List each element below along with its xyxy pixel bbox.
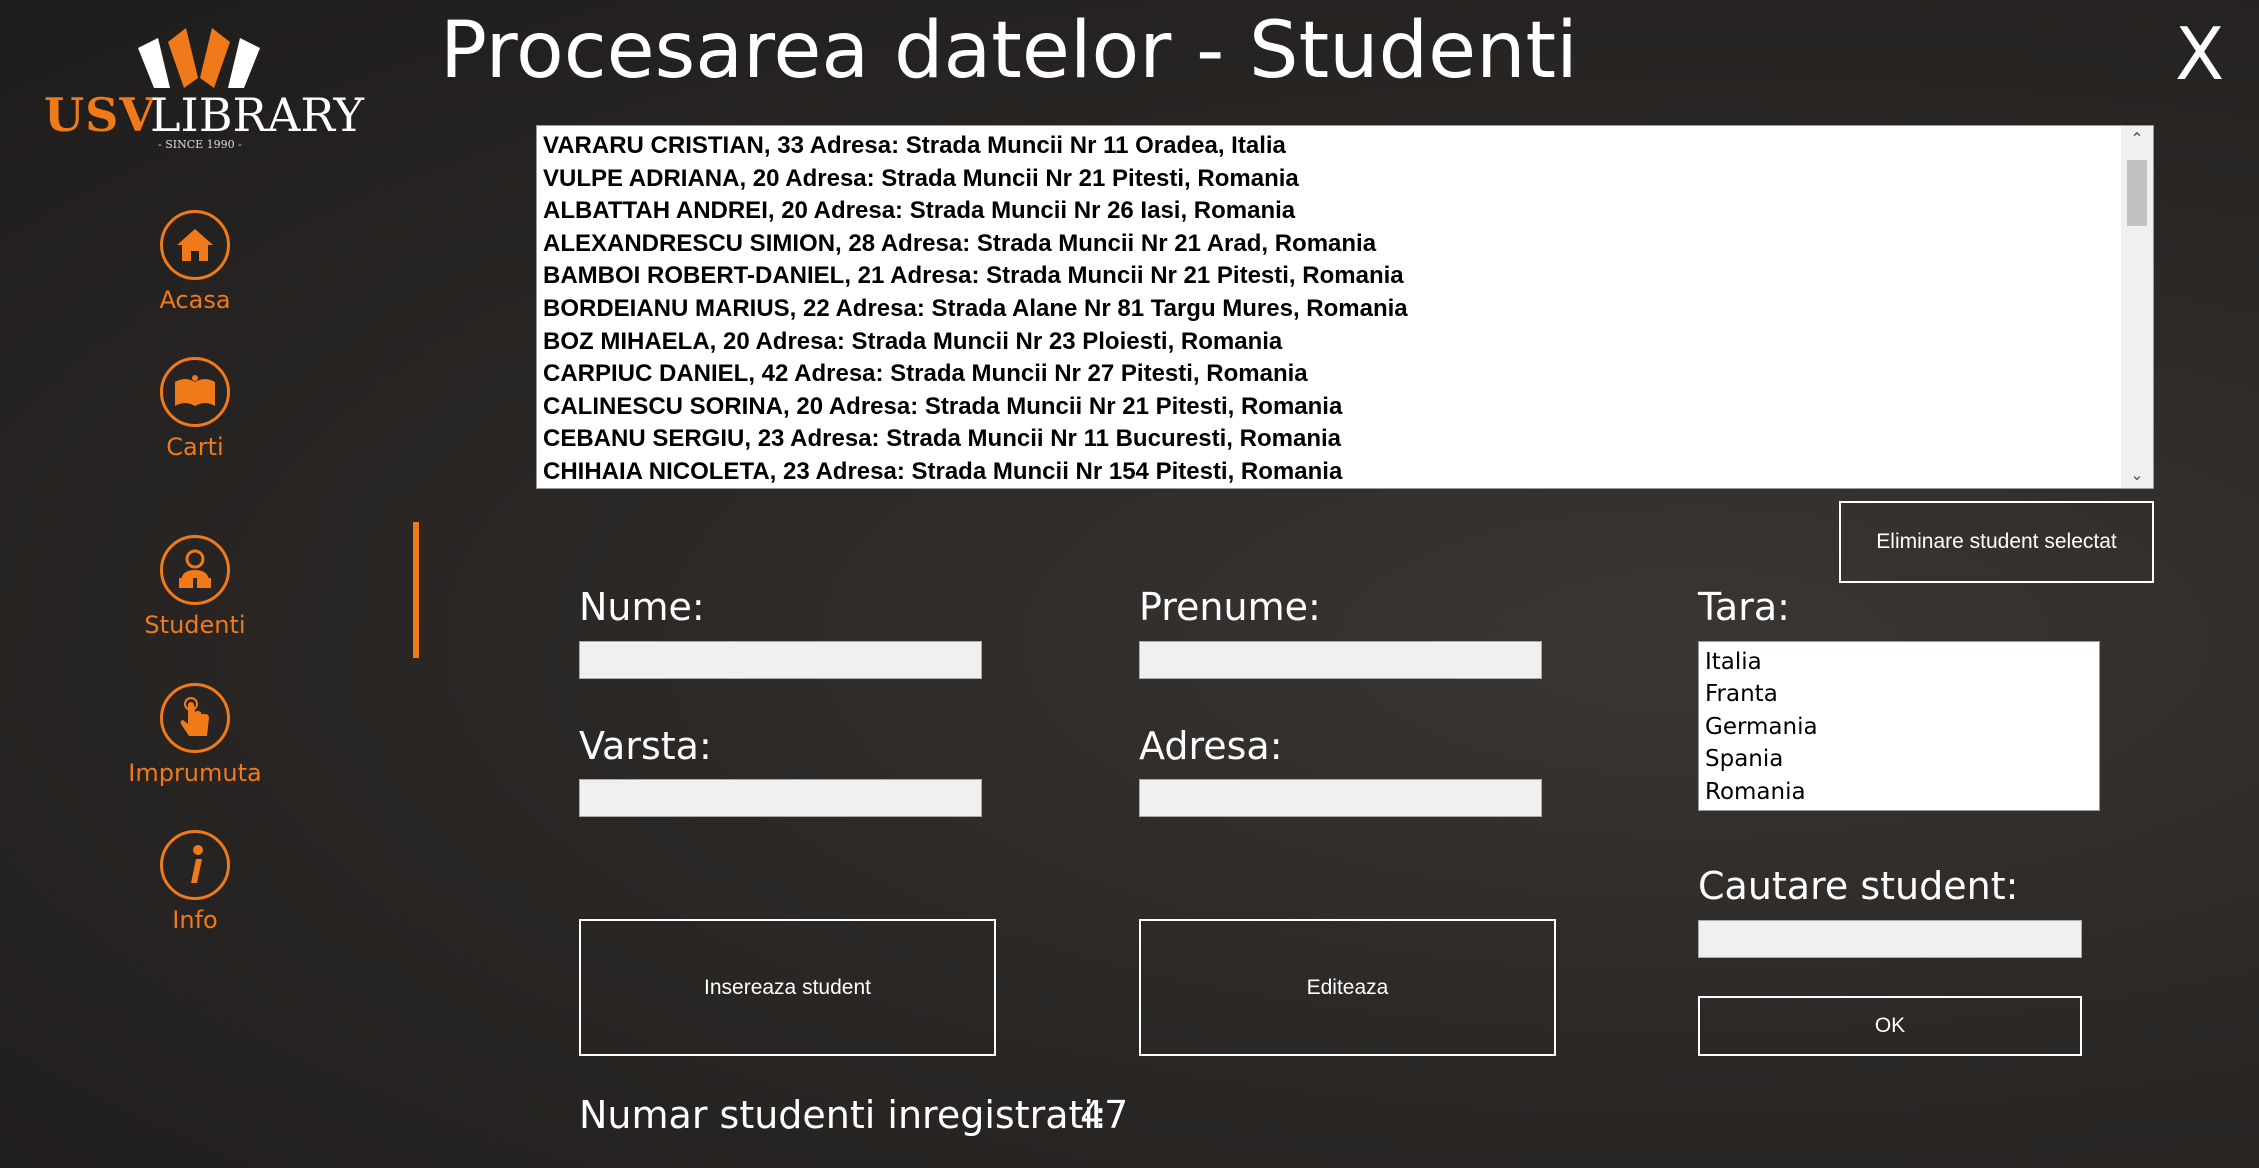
adresa-label: Adresa:	[1139, 724, 1283, 768]
logo-usv-text: USV	[44, 88, 157, 142]
nume-label: Nume:	[579, 585, 705, 629]
listbox-scrollbar[interactable]: ⌃ ⌄	[2121, 126, 2153, 488]
prenume-label: Prenume:	[1139, 585, 1321, 629]
list-item[interactable]: CEBANU SERGIU, 23 Adresa: Strada Muncii …	[543, 423, 2117, 456]
tara-listbox[interactable]: Italia Franta Germania Spania Romania	[1698, 641, 2100, 811]
page-title: Procesarea datelor - Studenti	[440, 6, 1578, 96]
prenume-input[interactable]	[1139, 641, 1542, 679]
sidebar-item-label: Acasa	[159, 286, 231, 314]
ok-search-button[interactable]: OK	[1698, 996, 2082, 1056]
student-icon	[160, 535, 230, 605]
list-item[interactable]: BAMBOI ROBERT-DANIEL, 21 Adresa: Strada …	[543, 260, 2117, 293]
list-item[interactable]: BOZ MIHAELA, 20 Adresa: Strada Muncii Nr…	[543, 326, 2117, 359]
active-nav-indicator	[413, 522, 419, 658]
list-item[interactable]: CHIHAIA NICOLETA, 23 Adresa: Strada Munc…	[543, 456, 2117, 488]
list-item[interactable]: CALINESCU SORINA, 20 Adresa: Strada Munc…	[543, 391, 2117, 424]
varsta-label: Varsta:	[579, 724, 712, 768]
sidebar-item-studenti[interactable]: Studenti	[110, 535, 280, 639]
logo-library-text: LIBRARY	[150, 88, 364, 142]
delete-student-button[interactable]: Eliminare student selectat	[1839, 501, 2154, 583]
book-icon	[160, 357, 230, 427]
list-item[interactable]: VULPE ADRIANA, 20 Adresa: Strada Muncii …	[543, 163, 2117, 196]
sidebar-item-acasa[interactable]: Acasa	[110, 210, 280, 314]
list-item[interactable]: ALEXANDRESCU SIMION, 28 Adresa: Strada M…	[543, 228, 2117, 261]
list-item[interactable]: ALBATTAH ANDREI, 20 Adresa: Strada Munci…	[543, 195, 2117, 228]
sidebar-item-info[interactable]: Info	[110, 830, 280, 934]
scroll-down-icon[interactable]: ⌄	[2121, 462, 2153, 488]
tara-option[interactable]: Spania	[1705, 743, 2093, 775]
scroll-up-icon[interactable]: ⌃	[2121, 126, 2153, 152]
student-count-label: Numar studenti inregistrati:	[579, 1093, 1107, 1137]
tara-label: Tara:	[1698, 585, 1790, 629]
info-icon	[160, 830, 230, 900]
tara-option[interactable]: Germania	[1705, 711, 2093, 743]
nume-input[interactable]	[579, 641, 982, 679]
insert-student-button[interactable]: Insereaza student	[579, 919, 996, 1056]
sidebar-item-carti[interactable]: Carti	[110, 357, 280, 461]
tara-option[interactable]: Franta	[1705, 678, 2093, 710]
close-button[interactable]: X	[2175, 12, 2224, 96]
scroll-thumb[interactable]	[2127, 160, 2147, 226]
student-count-value: 47	[1080, 1093, 1129, 1137]
sidebar-item-label: Imprumuta	[128, 759, 262, 787]
list-item[interactable]: VARARU CRISTIAN, 33 Adresa: Strada Munci…	[543, 130, 2117, 163]
list-item[interactable]: CARPIUC DANIEL, 42 Adresa: Strada Muncii…	[543, 358, 2117, 391]
sidebar-item-label: Studenti	[144, 611, 246, 639]
sidebar-item-label: Info	[172, 906, 218, 934]
sidebar: USV LIBRARY - SINCE 1990 - Acasa Carti S…	[0, 0, 400, 1168]
edit-student-button[interactable]: Editeaza	[1139, 919, 1556, 1056]
tara-option[interactable]: Romania	[1705, 776, 2093, 808]
adresa-input[interactable]	[1139, 779, 1542, 817]
search-label: Cautare student:	[1698, 864, 2019, 908]
home-icon	[160, 210, 230, 280]
sidebar-item-imprumuta[interactable]: Imprumuta	[110, 683, 280, 787]
students-list-rows: VARARU CRISTIAN, 33 Adresa: Strada Munci…	[543, 130, 2117, 488]
search-student-input[interactable]	[1698, 920, 2082, 958]
usv-library-logo: USV LIBRARY - SINCE 1990 -	[40, 28, 364, 158]
tara-option[interactable]: Italia	[1705, 646, 2093, 678]
list-item[interactable]: BORDEIANU MARIUS, 22 Adresa: Strada Alan…	[543, 293, 2117, 326]
students-listbox[interactable]: VARARU CRISTIAN, 33 Adresa: Strada Munci…	[536, 125, 2154, 489]
sidebar-item-label: Carti	[166, 433, 224, 461]
hand-click-icon	[160, 683, 230, 753]
varsta-input[interactable]	[579, 779, 982, 817]
logo-since-text: - SINCE 1990 -	[158, 138, 242, 151]
